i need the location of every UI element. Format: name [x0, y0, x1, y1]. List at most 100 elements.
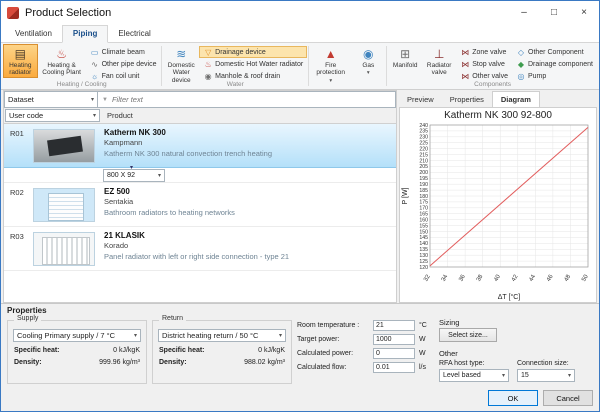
tab-piping[interactable]: Piping — [62, 25, 108, 43]
pump-label: Pump — [528, 73, 546, 80]
rfa-host-type-dropdown[interactable]: Level based ▾ — [439, 369, 509, 382]
manifold-icon: ⊞ — [400, 47, 410, 62]
drainage-component-button[interactable]: ◆ Drainage component — [512, 58, 597, 70]
other-pipe-device-label: Other pipe device — [102, 61, 157, 68]
heating-cooling-plant-button[interactable]: ♨ Heating & Cooling Plant — [38, 44, 86, 78]
product-name: EZ 500 — [104, 187, 394, 196]
tab-properties[interactable]: Properties — [442, 92, 492, 107]
svg-text:175: 175 — [419, 200, 428, 206]
fire-protection-button[interactable]: ▲ Fire protection ▾ — [310, 44, 351, 85]
drainage-component-icon: ◆ — [516, 60, 526, 69]
product-list-panel: Dataset ▾ ▼ User code ▾ Product R01 Kath… — [3, 90, 397, 303]
svg-text:230: 230 — [419, 135, 428, 141]
drainage-device-button[interactable]: ▽ Drainage device — [199, 46, 307, 58]
fire-protection-icon: ▲ — [325, 47, 337, 62]
other-pipe-device-button[interactable]: ∿ Other pipe device — [86, 58, 161, 70]
user-code-header-label: User code — [9, 111, 43, 120]
supply-legend: Supply — [14, 315, 41, 322]
target-power-unit: W — [419, 336, 426, 343]
svg-text:46: 46 — [546, 273, 555, 282]
other-component-button[interactable]: ◇ Other Component — [512, 46, 597, 58]
filter-row: Dataset ▾ ▼ — [4, 91, 396, 108]
select-size-button[interactable]: Select size... — [439, 328, 497, 342]
tab-electrical[interactable]: Electrical — [108, 26, 160, 42]
svg-text:P [W]: P [W] — [402, 187, 409, 204]
fire-protection-dropdown-icon[interactable]: ▾ — [329, 78, 332, 84]
zone-valve-icon: ⋈ — [460, 48, 470, 57]
table-row-ez500[interactable]: R02 EZ 500 Sentakia Bathroom radiators t… — [4, 183, 396, 227]
svg-text:155: 155 — [419, 223, 428, 229]
manifold-button[interactable]: ⊞ Manifold — [388, 44, 422, 70]
maximize-button[interactable]: □ — [539, 1, 569, 24]
diagram-panel: Katherm NK 300 92-800 120125130135140145… — [399, 107, 597, 303]
svg-text:205: 205 — [419, 164, 428, 170]
room-temperature-input[interactable] — [373, 320, 415, 331]
gas-dropdown-icon[interactable]: ▾ — [367, 70, 370, 76]
other-component-label: Other Component — [528, 49, 584, 56]
return-legend: Return — [159, 315, 186, 322]
supply-density-label: Density: — [14, 359, 42, 366]
svg-text:140: 140 — [419, 241, 428, 247]
svg-text:48: 48 — [564, 273, 573, 282]
product-description: Panel radiator with left or right side c… — [104, 252, 394, 261]
rfa-host-type-label: RFA host type: — [439, 360, 485, 367]
product-selection-dialog: Product Selection – □ × Ventilation Pipi… — [0, 0, 600, 412]
connection-size-value: 15 — [521, 372, 529, 379]
drainage-device-label: Drainage device — [215, 49, 266, 56]
group-label-components: Components — [388, 81, 597, 88]
ribbon: ▤ Heating radiator ♨ Heating & Cooling P… — [1, 43, 599, 90]
supply-specific-heat-label: Specific heat: — [14, 347, 60, 354]
tab-diagram[interactable]: Diagram — [492, 91, 540, 108]
supply-specific-heat-value: 0 kJ/kgK — [113, 347, 140, 354]
heating-cooling-plant-icon: ♨ — [56, 47, 67, 62]
size-dropdown[interactable]: 800 X 92 ▾ — [103, 169, 165, 182]
dataset-dropdown[interactable]: Dataset ▾ — [4, 91, 98, 108]
supply-dropdown[interactable]: Cooling Primary supply / 7 °C ▾ — [13, 329, 141, 342]
connection-size-dropdown[interactable]: 15 ▾ — [517, 369, 575, 382]
product-table-header: User code ▾ Product — [4, 108, 396, 124]
zone-valve-button[interactable]: ⋈ Zone valve — [456, 46, 512, 58]
tab-preview[interactable]: Preview — [399, 92, 442, 107]
table-row-katherm[interactable]: R01 Katherm NK 300 Kampmann Katherm NK 3… — [4, 124, 396, 168]
minimize-button[interactable]: – — [509, 1, 539, 24]
svg-text:135: 135 — [419, 247, 428, 253]
manhole-roof-drain-icon: ◉ — [203, 72, 213, 81]
gas-button[interactable]: ◉ Gas ▾ — [351, 44, 385, 78]
ok-button[interactable]: OK — [488, 390, 538, 406]
product-brand: Sentakia — [104, 197, 394, 206]
target-power-input[interactable] — [373, 334, 415, 345]
product-thumbnail-katherm — [33, 129, 95, 163]
table-row-klasik[interactable]: R03 21 KLASIK Korado Panel radiator with… — [4, 227, 396, 271]
radiator-valve-button[interactable]: ⊥ Radiator valve — [422, 44, 456, 78]
preview-tabstrip: Preview Properties Diagram — [399, 90, 540, 107]
chevron-down-icon: ▾ — [498, 372, 505, 379]
svg-text:160: 160 — [419, 217, 428, 223]
calculated-power-input[interactable] — [373, 348, 415, 359]
stop-valve-button[interactable]: ⋈ Stop valve — [456, 58, 512, 70]
filter-text-input[interactable] — [112, 95, 391, 104]
return-dropdown[interactable]: District heating return / 50 °C ▾ — [158, 329, 286, 342]
titlebar[interactable]: Product Selection – □ × — [1, 1, 599, 24]
return-specific-heat-value: 0 kJ/kgK — [258, 347, 285, 354]
heating-radiator-button[interactable]: ▤ Heating radiator — [3, 44, 38, 78]
close-button[interactable]: × — [569, 1, 599, 24]
svg-text:ΔT [°C]: ΔT [°C] — [498, 293, 521, 301]
product-description: Katherm NK 300 natural convection trench… — [104, 149, 394, 158]
drainage-device-icon: ▽ — [203, 48, 213, 57]
cancel-button[interactable]: Cancel — [543, 390, 593, 406]
tab-ventilation[interactable]: Ventilation — [5, 26, 62, 42]
user-code-header-dropdown[interactable]: User code ▾ — [5, 109, 100, 122]
calculated-flow-input[interactable] — [373, 362, 415, 373]
fan-coil-unit-label: Fan coil unit — [102, 73, 140, 80]
svg-text:42: 42 — [511, 273, 520, 282]
svg-text:215: 215 — [419, 152, 428, 158]
climate-beam-button[interactable]: ▭ Climate beam — [86, 46, 161, 58]
domestic-water-device-button[interactable]: ≋ Domestic Water device — [163, 44, 199, 85]
supply-dropdown-value: Cooling Primary supply / 7 °C — [17, 331, 115, 340]
properties-panel: Properties Supply Cooling Primary supply… — [1, 303, 599, 411]
other-pipe-device-icon: ∿ — [90, 60, 100, 69]
ribbon-separator — [308, 46, 309, 86]
domestic-hot-water-radiator-button[interactable]: ♨ Domestic Hot Water radiator — [199, 58, 307, 70]
other-component-icon: ◇ — [516, 48, 526, 57]
gas-label: Gas — [362, 62, 374, 69]
